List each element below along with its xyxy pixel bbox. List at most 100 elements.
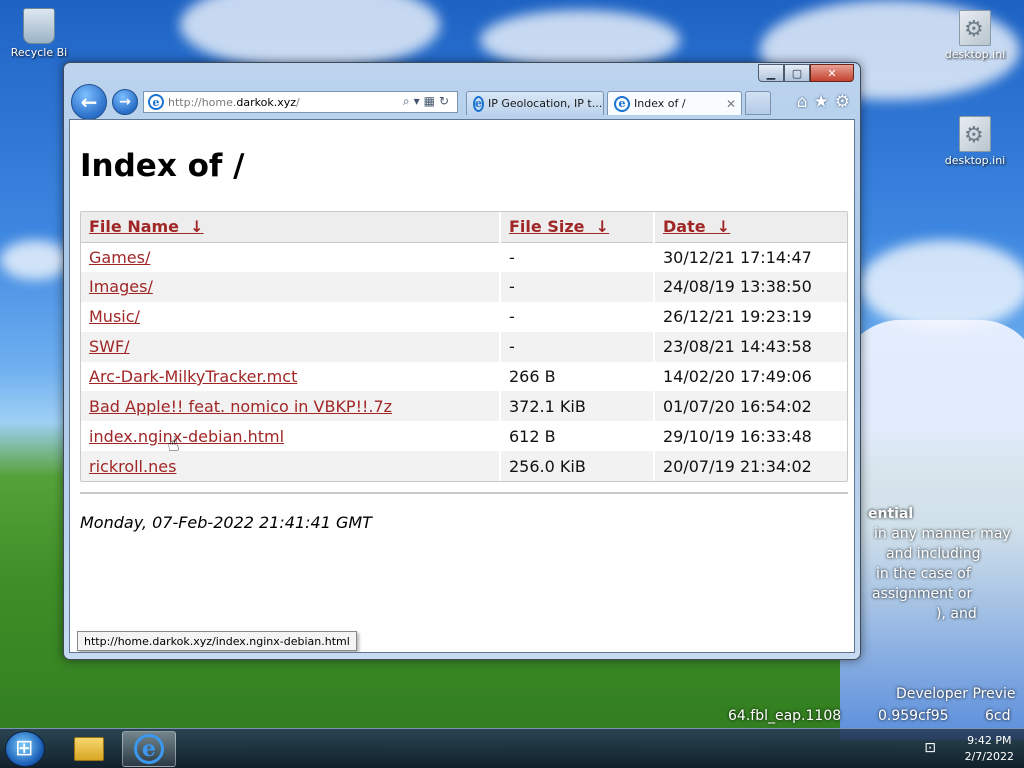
wallpaper-text: ), and [936,606,977,622]
window-controls: ▁ ▢ ✕ [758,64,854,82]
gear-icon[interactable]: ⚙ [835,92,850,112]
wallpaper-text: and including [886,546,981,562]
file-link[interactable]: Arc-Dark-MilkyTracker.mct [89,367,297,386]
sort-date-link[interactable]: Date ↓ [663,217,730,236]
new-tab-button[interactable] [745,91,771,115]
wallpaper-text: 6cd [985,708,1011,724]
navigation-bar: ← → e http://home. darkok.xyz / ⌕▾▦↻ e IP … [70,83,854,120]
file-size-cell: - [500,271,655,302]
refresh-icon[interactable]: ↻ [439,94,453,108]
file-link[interactable]: Games/ [89,248,150,267]
file-link[interactable]: Bad Apple!! feat. nomico in VBKP!!.7z [89,397,392,416]
clock[interactable]: 9:42 PM 2/7/2022 [965,733,1014,765]
dropdown-icon[interactable]: ▾ [414,94,424,108]
sort-arrow-icon: ↓ [595,217,610,237]
column-header-file-name: File Name ↓ [81,212,501,243]
table-row: Images/ - 24/08/19 13:38:50 [81,271,847,302]
file-table: File Name ↓ File Size ↓ Date ↓ Games/ - [81,212,847,482]
file-link[interactable]: Images/ [89,277,153,296]
cloud [180,0,440,70]
taskbar-explorer-button[interactable] [62,731,116,767]
table-header-row: File Name ↓ File Size ↓ Date ↓ [81,212,847,243]
sort-arrow-icon: ↓ [190,217,204,237]
sort-arrow-icon: ↓ [716,217,731,237]
file-name-cell: Arc-Dark-MilkyTracker.mct [81,361,501,392]
taskbar-ie-button[interactable]: e [122,731,176,767]
address-bar[interactable]: e http://home. darkok.xyz / ⌕▾▦↻ [143,91,458,113]
cloud [860,240,1024,330]
file-link[interactable]: rickroll.nes [89,457,176,476]
tab-ip-geolocation[interactable]: e IP Geolocation, IP t... [466,91,604,115]
page-title: Index of / [80,148,245,184]
back-arrow-icon: ← [80,90,98,114]
file-name-cell: index.nginx-debian.html [81,421,501,452]
column-header-date: Date ↓ [654,212,847,243]
desktop-ini-label: desktop.ini [944,48,1006,61]
browser-window: ▁ ▢ ✕ ← → e http://home. darkok.xyz / ⌕▾▦↻… [63,62,861,660]
search-icon[interactable]: ⌕ [403,94,414,108]
back-button[interactable]: ← [71,84,107,120]
file-name-cell: Music/ [81,301,501,332]
file-name-cell: Games/ [81,242,501,272]
file-date-cell: 23/08/21 14:43:58 [654,331,847,362]
file-link[interactable]: SWF/ [89,337,130,356]
file-size-cell: 612 B [500,421,655,452]
forward-button[interactable]: → [112,89,138,115]
tab-index[interactable]: e Index of / ✕ [607,91,742,115]
taskbar: e ⊡ 9:42 PM 2/7/2022 [0,728,1024,768]
close-window-button[interactable]: ✕ [810,64,854,82]
sort-file-name-link[interactable]: File Name ↓ [89,217,204,236]
column-label: Date [663,217,706,237]
address-tools: ⌕▾▦↻ [403,94,453,109]
wallpaper-text: ential [868,506,914,522]
folder-icon [74,737,104,761]
column-label: File Size [509,217,585,237]
start-button[interactable] [5,731,45,767]
recycle-bin-label: Recycle Bi [10,46,68,59]
cloud [0,240,70,280]
close-tab-icon[interactable]: ✕ [726,97,736,111]
ie-page-icon: e [148,94,164,110]
ie-page-icon: e [473,95,484,112]
forward-arrow-icon: → [119,94,131,110]
column-label: File Name [89,217,180,237]
network-icon[interactable]: ⊡ [924,740,936,756]
home-icon[interactable]: ⌂ [797,92,808,112]
address-suffix: / [296,95,300,109]
clock-date: 2/7/2022 [964,750,1014,763]
file-name-cell: rickroll.nes [81,451,501,482]
horizontal-rule [80,492,848,494]
file-listing: File Name ↓ File Size ↓ Date ↓ Games/ - [80,211,848,483]
column-header-file-size: File Size ↓ [500,212,655,243]
table-row: index.nginx-debian.html 612 B 29/10/19 1… [81,421,847,452]
file-name-cell: Bad Apple!! feat. nomico in VBKP!!.7z [81,391,501,422]
desktop-ini-icon-2[interactable]: desktop.ini [940,116,1010,167]
file-size-cell: - [500,242,655,272]
file-size-cell: 266 B [500,361,655,392]
address-prefix: http://home. [168,95,237,109]
table-row: Arc-Dark-MilkyTracker.mct 266 B 14/02/20… [81,361,847,392]
compatibility-icon[interactable]: ▦ [424,94,439,108]
ie-page-icon: e [614,95,630,112]
file-link[interactable]: Music/ [89,307,140,326]
maximize-button[interactable]: ▢ [784,64,810,82]
file-name-cell: Images/ [81,271,501,302]
tab-label: IP Geolocation, IP t... [488,97,603,110]
address-domain: darkok.xyz [236,95,297,109]
file-link[interactable]: index.nginx-debian.html [89,427,284,446]
file-size-cell: 256.0 KiB [500,451,655,482]
recycle-bin-desktop-icon[interactable]: Recycle Bi [4,8,74,59]
minimize-button[interactable]: ▁ [758,64,784,82]
sort-file-size-link[interactable]: File Size ↓ [509,217,609,236]
file-date-cell: 26/12/21 19:23:19 [663,307,812,327]
browser-tools: ⌂ ★ ⚙ [797,92,850,112]
file-size-cell: - [500,331,655,362]
table-row: Bad Apple!! feat. nomico in VBKP!!.7z 37… [81,391,847,422]
desktop-ini-icon-1[interactable]: desktop.ini [940,10,1010,61]
wallpaper-text: 64.fbl_eap.1108 [728,708,842,724]
file-date-cell: 01/07/20 16:54:02 [654,391,847,422]
file-name-cell: SWF/ [81,331,501,362]
favorites-star-icon[interactable]: ★ [814,92,829,112]
page-content: Index of / File Name ↓ File Size ↓ Date … [69,119,855,653]
file-date-cell: 14/02/20 17:49:06 [663,367,812,386]
